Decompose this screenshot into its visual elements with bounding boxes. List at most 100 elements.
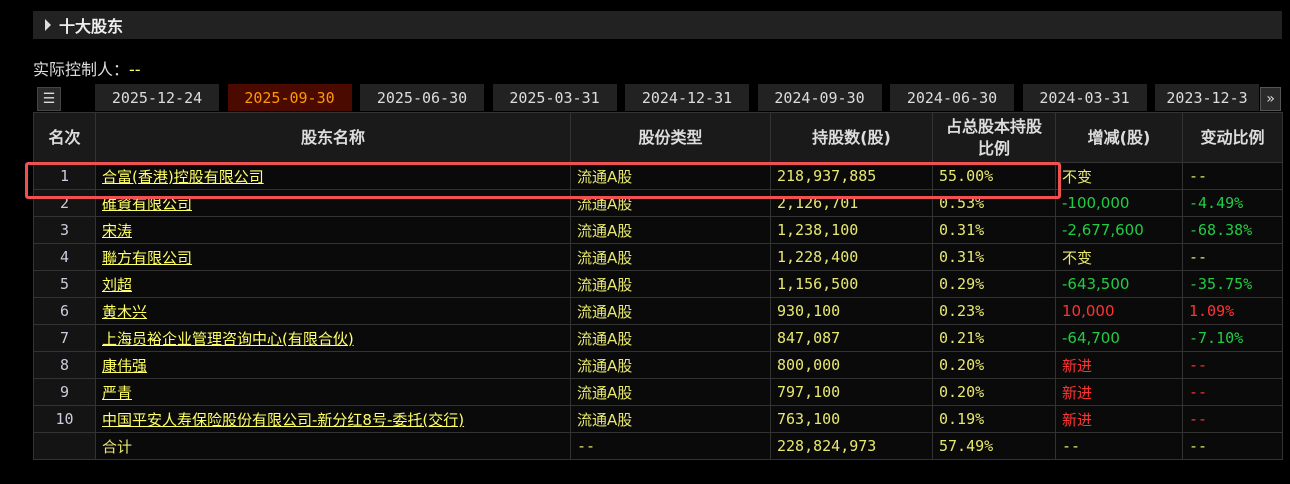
pct-cell: 55.00%: [932, 162, 1056, 190]
name-cell[interactable]: 碓資有限公司: [95, 189, 571, 217]
list-menu-icon[interactable]: ☰: [37, 87, 61, 111]
pct-cell: 0.53%: [932, 189, 1056, 217]
type-cell: 流通A股: [570, 378, 771, 406]
column-header[interactable]: 增减(股): [1055, 112, 1183, 163]
shareholder-link[interactable]: 严青: [102, 384, 132, 402]
table-row: 3 宋涛 流通A股 1,238,100 0.31% -2,677,600 -68.38%: [33, 216, 1283, 244]
change-pct-cell: --: [1182, 162, 1283, 190]
table-row: 9 严青 流通A股 797,100 0.20% 新进 --: [33, 378, 1283, 406]
change-cell: 新进: [1055, 351, 1183, 379]
tab-2024-12-31[interactable]: 2024-12-31: [625, 84, 749, 111]
section-title: 十大股东: [59, 17, 124, 36]
shareholder-link[interactable]: 刘超: [102, 276, 132, 294]
shareholder-link[interactable]: 上海员裕企业管理咨询中心(有限合伙): [102, 330, 354, 348]
column-header[interactable]: 占总股本持股比例: [932, 112, 1056, 163]
change-pct-cell: -7.10%: [1182, 324, 1283, 352]
controller-label: 实际控制人：: [33, 60, 130, 79]
rank-cell: 6: [33, 297, 96, 325]
more-tabs-icon[interactable]: »: [1260, 87, 1281, 111]
type-cell: 流通A股: [570, 405, 771, 433]
type-cell: --: [570, 432, 771, 460]
total-row: 合计 -- 228,824,973 57.49% -- --: [33, 432, 1283, 460]
column-header[interactable]: 股份类型: [570, 112, 771, 163]
shares-cell: 930,100: [770, 297, 933, 325]
shares-cell: 797,100: [770, 378, 933, 406]
change-cell: -2,677,600: [1055, 216, 1183, 244]
column-header[interactable]: 股东名称: [95, 112, 571, 163]
name-cell[interactable]: 康伟强: [95, 351, 571, 379]
shares-cell: 2,126,701: [770, 189, 933, 217]
table-row: 7 上海员裕企业管理咨询中心(有限合伙) 流通A股 847,087 0.21% -64,7…: [33, 324, 1283, 352]
type-cell: 流通A股: [570, 351, 771, 379]
change-cell: 不变: [1055, 162, 1183, 190]
type-cell: 流通A股: [570, 189, 771, 217]
tab-2023-12-3[interactable]: 2023-12-3: [1155, 84, 1259, 111]
rank-cell: 9: [33, 378, 96, 406]
name-cell[interactable]: 刘超: [95, 270, 571, 298]
shareholder-link[interactable]: 碓資有限公司: [102, 195, 192, 213]
table-row: 8 康伟强 流通A股 800,000 0.20% 新进 --: [33, 351, 1283, 379]
shares-cell: 228,824,973: [770, 432, 933, 460]
rank-cell: 3: [33, 216, 96, 244]
type-cell: 流通A股: [570, 216, 771, 244]
pct-cell: 0.21%: [932, 324, 1056, 352]
column-header[interactable]: 变动比例: [1182, 112, 1283, 163]
shares-cell: 800,000: [770, 351, 933, 379]
name-cell[interactable]: 合富(香港)控股有限公司: [95, 162, 571, 190]
change-pct-cell: -68.38%: [1182, 216, 1283, 244]
pct-cell: 0.31%: [932, 243, 1056, 271]
tab-2025-09-30[interactable]: 2025-09-30: [227, 84, 352, 111]
name-cell[interactable]: 黄木兴: [95, 297, 571, 325]
name-cell[interactable]: 宋涛: [95, 216, 571, 244]
pct-cell: 0.23%: [932, 297, 1056, 325]
shareholders-table: 名次 股东名称 股份类型 持股数(股) 占总股本持股比例 增减(股) 变动比例 1 合富(香港…: [33, 112, 1283, 460]
column-header[interactable]: 持股数(股): [770, 112, 933, 163]
shareholder-link[interactable]: 宋涛: [102, 222, 132, 240]
change-pct-cell: 1.09%: [1182, 297, 1283, 325]
shareholder-link[interactable]: 中国平安人寿保险股份有限公司-新分红8号-委托(交行): [102, 411, 464, 429]
name-cell[interactable]: 严青: [95, 378, 571, 406]
change-cell: --: [1055, 432, 1183, 460]
type-cell: 流通A股: [570, 270, 771, 298]
table-row: 10 中国平安人寿保险股份有限公司-新分红8号-委托(交行) 流通A股 763,100…: [33, 405, 1283, 433]
table-row: 5 刘超 流通A股 1,156,500 0.29% -643,500 -35.75%: [33, 270, 1283, 298]
table-row: 6 黄木兴 流通A股 930,100 0.23% 10,000 1.09%: [33, 297, 1283, 325]
rank-cell: 10: [33, 405, 96, 433]
change-cell: -64,700: [1055, 324, 1183, 352]
pct-cell: 0.29%: [932, 270, 1056, 298]
tab-2025-03-31[interactable]: 2025-03-31: [492, 84, 617, 111]
name-cell[interactable]: 中国平安人寿保险股份有限公司-新分红8号-委托(交行): [95, 405, 571, 433]
change-cell: -643,500: [1055, 270, 1183, 298]
change-pct-cell: --: [1182, 432, 1283, 460]
rank-cell: 8: [33, 351, 96, 379]
change-cell: 新进: [1055, 378, 1183, 406]
section-header[interactable]: 十大股东: [33, 11, 1282, 39]
tab-2024-06-30[interactable]: 2024-06-30: [890, 84, 1014, 111]
shares-cell: 847,087: [770, 324, 933, 352]
type-cell: 流通A股: [570, 162, 771, 190]
change-cell: 10,000: [1055, 297, 1183, 325]
tab-2025-12-24[interactable]: 2025-12-24: [95, 84, 219, 111]
shareholder-link[interactable]: 黄木兴: [102, 303, 147, 321]
rank-cell: 5: [33, 270, 96, 298]
change-pct-cell: --: [1182, 405, 1283, 433]
shareholder-link[interactable]: 聯方有限公司: [102, 249, 192, 267]
type-cell: 流通A股: [570, 243, 771, 271]
actual-controller: 实际控制人：--: [33, 56, 141, 80]
column-header[interactable]: 名次: [33, 112, 96, 163]
type-cell: 流通A股: [570, 297, 771, 325]
pct-cell: 57.49%: [932, 432, 1056, 460]
rank-cell: 4: [33, 243, 96, 271]
name-cell[interactable]: 聯方有限公司: [95, 243, 571, 271]
table-row: 1 合富(香港)控股有限公司 流通A股 218,937,885 55.00% 不变 --: [33, 162, 1283, 190]
name-cell[interactable]: 上海员裕企业管理咨询中心(有限合伙): [95, 324, 571, 352]
shares-cell: 1,156,500: [770, 270, 933, 298]
controller-value: --: [129, 60, 141, 79]
shareholder-link[interactable]: 康伟强: [102, 357, 147, 375]
tab-2024-09-30[interactable]: 2024-09-30: [757, 84, 882, 111]
change-pct-cell: --: [1182, 243, 1283, 271]
shareholder-link[interactable]: 合富(香港)控股有限公司: [102, 168, 264, 186]
pct-cell: 0.19%: [932, 405, 1056, 433]
tab-2024-03-31[interactable]: 2024-03-31: [1022, 84, 1147, 111]
tab-2025-06-30[interactable]: 2025-06-30: [360, 84, 484, 111]
